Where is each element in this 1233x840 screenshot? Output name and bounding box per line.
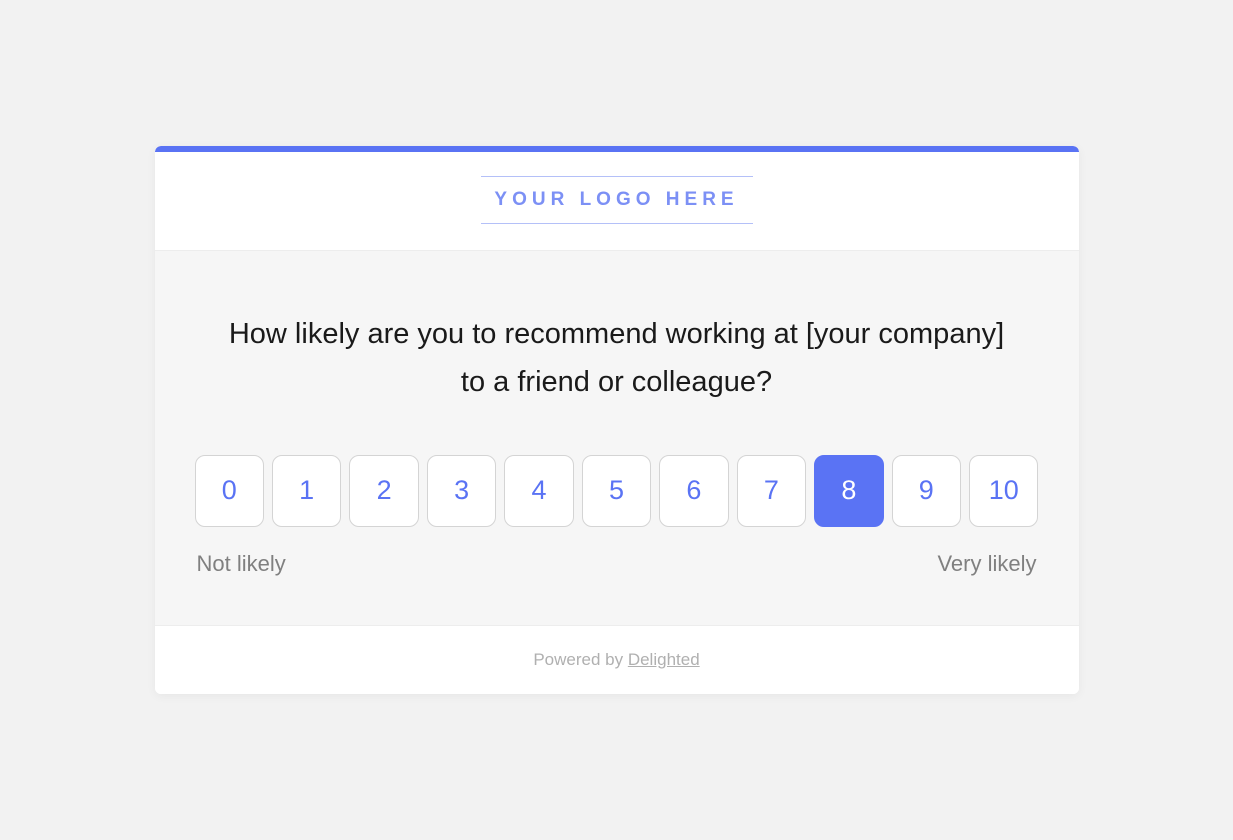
logo-line-bottom [481,223,753,224]
scale-button-8[interactable]: 8 [814,455,883,527]
scale-button-6[interactable]: 6 [659,455,728,527]
survey-card: YOUR LOGO HERE How likely are you to rec… [155,146,1079,694]
scale-button-5[interactable]: 5 [582,455,651,527]
scale-button-10[interactable]: 10 [969,455,1038,527]
survey-question: How likely are you to recommend working … [195,311,1039,407]
question-section: How likely are you to recommend working … [155,251,1079,625]
footer-link[interactable]: Delighted [628,650,700,669]
scale-high-label: Very likely [937,551,1036,577]
scale-button-7[interactable]: 7 [737,455,806,527]
footer-section: Powered by Delighted [155,625,1079,694]
logo-section: YOUR LOGO HERE [155,152,1079,251]
scale-button-4[interactable]: 4 [504,455,573,527]
logo-placeholder-text: YOUR LOGO HERE [494,177,738,223]
footer-prefix: Powered by [533,650,628,669]
scale-button-1[interactable]: 1 [272,455,341,527]
scale-labels-row: Not likely Very likely [195,551,1039,577]
nps-scale-row: 0 1 2 3 4 5 6 7 8 9 10 [195,455,1039,527]
logo-placeholder: YOUR LOGO HERE [481,176,753,224]
scale-button-0[interactable]: 0 [195,455,264,527]
scale-button-3[interactable]: 3 [427,455,496,527]
scale-low-label: Not likely [197,551,286,577]
scale-button-9[interactable]: 9 [892,455,961,527]
scale-button-2[interactable]: 2 [349,455,418,527]
